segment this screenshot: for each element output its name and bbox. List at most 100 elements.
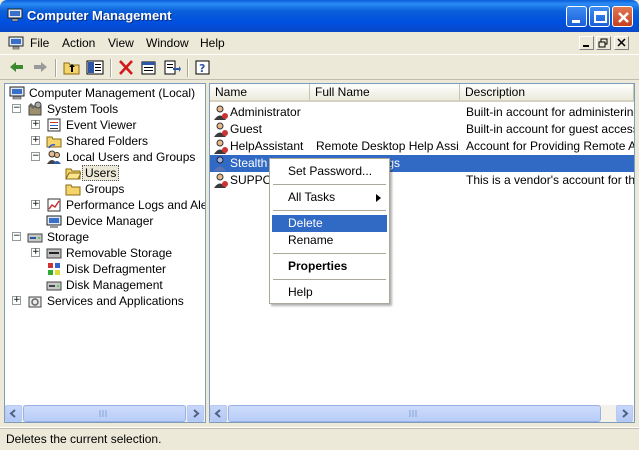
title-bar[interactable]: Computer Management	[0, 0, 639, 32]
window-title: Computer Management	[27, 8, 172, 23]
expand-performance-logs[interactable]: +	[31, 200, 40, 209]
expand-services-applications[interactable]: +	[12, 296, 21, 305]
column-header-full-name[interactable]: Full Name	[310, 84, 460, 102]
menu-item-set-password[interactable]: Set Password...	[272, 163, 387, 180]
menu-separator	[273, 210, 386, 211]
export-icon[interactable]	[163, 59, 181, 76]
delete-icon[interactable]	[117, 59, 135, 76]
column-header-name[interactable]: Name	[210, 84, 310, 102]
computer-icon	[9, 86, 25, 100]
expand-removable-storage[interactable]: +	[31, 248, 40, 257]
tree-label: Groups	[85, 182, 125, 196]
tree-label: Disk Management	[66, 278, 163, 292]
tree-item-local-users-groups[interactable]: Local Users and Groups	[46, 149, 204, 165]
user-description: This is a vendor's account for the H	[466, 173, 634, 187]
tree-item-root[interactable]: Computer Management (Local)	[7, 85, 205, 101]
back-icon[interactable]	[8, 59, 26, 76]
maximize-button[interactable]	[589, 6, 610, 27]
tree-item-disk-defragmenter[interactable]: Disk Defragmenter	[46, 261, 204, 277]
tree-item-event-viewer[interactable]: Event Viewer	[46, 117, 204, 133]
menu-separator	[273, 253, 386, 254]
folder-open-icon	[65, 168, 81, 180]
collapse-system-tools[interactable]: −	[12, 104, 21, 113]
child-window-icon[interactable]	[8, 36, 24, 50]
tree-label: System Tools	[47, 102, 119, 116]
tree-hscroll-thumb[interactable]	[23, 405, 186, 422]
tree-item-removable-storage[interactable]: Removable Storage	[46, 245, 204, 261]
toolbar-separator	[55, 59, 57, 77]
user-description: Account for Providing Remote Assist	[466, 139, 634, 153]
arrow-left-icon	[9, 409, 16, 418]
tree-item-users[interactable]: Users	[65, 165, 205, 181]
menu-item-all-tasks[interactable]: All Tasks	[272, 189, 387, 206]
menu-action[interactable]: Action	[62, 36, 95, 50]
user-name: Stealth	[230, 156, 268, 170]
scroll-right-button[interactable]	[616, 405, 633, 422]
close-button[interactable]	[612, 6, 633, 27]
menu-item-properties[interactable]: Properties	[272, 258, 387, 275]
status-text: Deletes the current selection.	[6, 432, 162, 446]
system-tools-icon	[28, 101, 42, 116]
child-restore-button[interactable]	[596, 36, 611, 50]
menu-window[interactable]: Window	[146, 36, 189, 50]
minimize-button[interactable]	[566, 6, 587, 27]
users-group-icon	[47, 150, 61, 164]
list-row-guest[interactable]: Guest Built-in account for guest access …	[210, 121, 634, 138]
user-icon	[214, 122, 228, 137]
scroll-right-button[interactable]	[187, 405, 204, 422]
menu-item-help[interactable]: Help	[272, 284, 387, 301]
tree-label: Event Viewer	[66, 118, 137, 132]
close-icon	[617, 38, 626, 47]
event-viewer-icon	[47, 118, 61, 132]
maximize-icon	[594, 11, 607, 23]
close-icon	[618, 12, 629, 23]
user-icon	[214, 139, 228, 154]
tree-item-device-manager[interactable]: Device Manager	[46, 213, 204, 229]
menu-item-rename[interactable]: Rename	[272, 232, 387, 249]
up-folder-icon[interactable]	[63, 59, 81, 76]
list-hscrollbar[interactable]	[210, 405, 634, 422]
list-row-helpassistant[interactable]: HelpAssistant Remote Desktop Help Assi..…	[210, 138, 634, 155]
svg-text:?: ?	[199, 62, 205, 75]
collapse-local-users-groups[interactable]: −	[31, 152, 40, 161]
list-row-administrator[interactable]: Administrator Built-in account for admin…	[210, 104, 634, 121]
arrow-left-icon	[214, 409, 221, 418]
column-header-description[interactable]: Description	[460, 84, 634, 102]
show-tree-icon[interactable]	[86, 59, 104, 76]
tree-item-storage[interactable]: Storage	[27, 229, 205, 245]
collapse-storage[interactable]: −	[12, 232, 21, 241]
expand-shared-folders[interactable]: +	[31, 136, 40, 145]
user-icon	[214, 105, 228, 120]
tree-label: Users	[82, 165, 120, 181]
help-icon[interactable]: ?	[194, 59, 212, 76]
menu-item-delete[interactable]: Delete	[272, 215, 387, 232]
scroll-left-button[interactable]	[210, 405, 227, 422]
tree-hscrollbar[interactable]	[5, 405, 205, 422]
user-full-name: Remote Desktop Help Assi...	[316, 139, 460, 153]
tree-item-services-applications[interactable]: Services and Applications	[27, 293, 205, 309]
user-icon	[214, 156, 226, 171]
grip-icon	[99, 410, 107, 417]
child-close-button[interactable]	[614, 36, 629, 50]
expand-event-viewer[interactable]: +	[31, 120, 40, 129]
tree-item-disk-management[interactable]: Disk Management	[46, 277, 204, 293]
submenu-arrow-icon	[376, 194, 381, 202]
tree-item-groups[interactable]: Groups	[65, 181, 205, 197]
child-minimize-button[interactable]	[579, 36, 594, 50]
menu-file[interactable]: File	[30, 36, 49, 50]
tree-item-shared-folders[interactable]: Shared Folders	[46, 133, 204, 149]
menu-view[interactable]: View	[108, 36, 134, 50]
arrow-right-icon	[622, 409, 629, 418]
tree-label: Shared Folders	[66, 134, 149, 148]
console-tree[interactable]: Computer Management (Local) − System Too…	[4, 83, 206, 423]
forward-icon[interactable]	[31, 59, 49, 76]
restore-icon	[598, 38, 608, 48]
tree-item-performance-logs[interactable]: Performance Logs and Alerts	[46, 197, 205, 213]
tree-item-system-tools[interactable]: System Tools	[27, 101, 205, 117]
properties-icon[interactable]	[140, 59, 158, 76]
shared-folder-icon	[46, 136, 62, 149]
scroll-left-button[interactable]	[5, 405, 22, 422]
menu-help[interactable]: Help	[200, 36, 225, 50]
list-hscroll-thumb[interactable]	[228, 405, 601, 422]
storage-icon	[27, 233, 43, 243]
